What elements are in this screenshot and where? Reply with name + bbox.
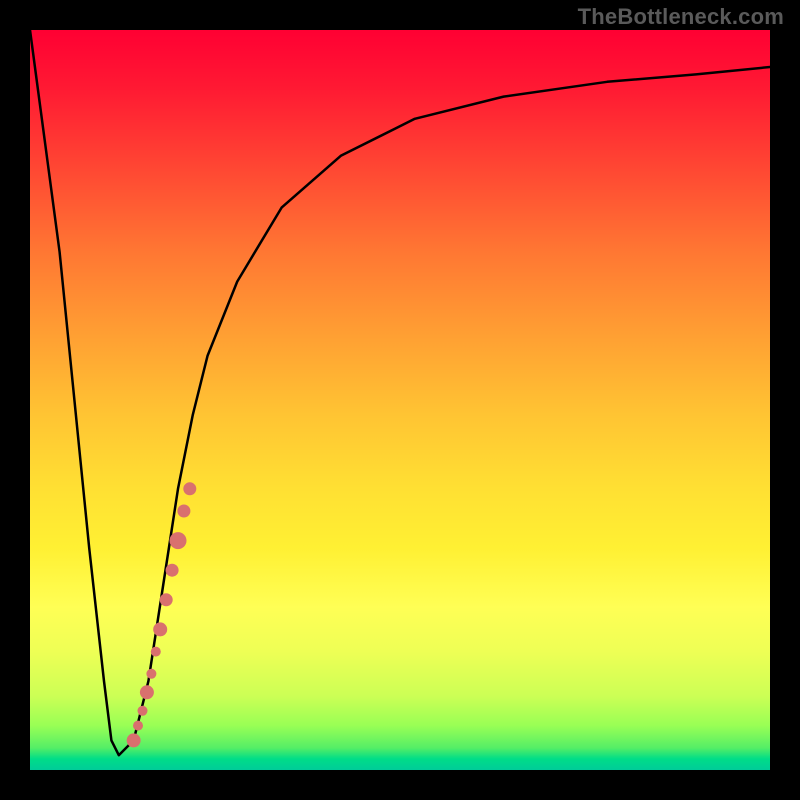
marker-dot (160, 593, 173, 606)
curve-svg (30, 30, 770, 770)
plot-area (30, 30, 770, 770)
marker-dot (127, 733, 141, 747)
marker-dot (153, 622, 167, 636)
marker-dot (166, 564, 179, 577)
bottleneck-curve (30, 30, 770, 755)
marker-dot (177, 505, 190, 518)
chart-frame: TheBottleneck.com (0, 0, 800, 800)
marker-dot (151, 647, 161, 657)
marker-dot (170, 532, 187, 549)
marker-dot (140, 685, 154, 699)
watermark-label: TheBottleneck.com (578, 4, 784, 30)
marker-dot (133, 721, 143, 731)
marker-dot (138, 706, 148, 716)
highlight-dots (127, 482, 197, 747)
marker-dot (146, 669, 156, 679)
marker-dot (183, 482, 196, 495)
